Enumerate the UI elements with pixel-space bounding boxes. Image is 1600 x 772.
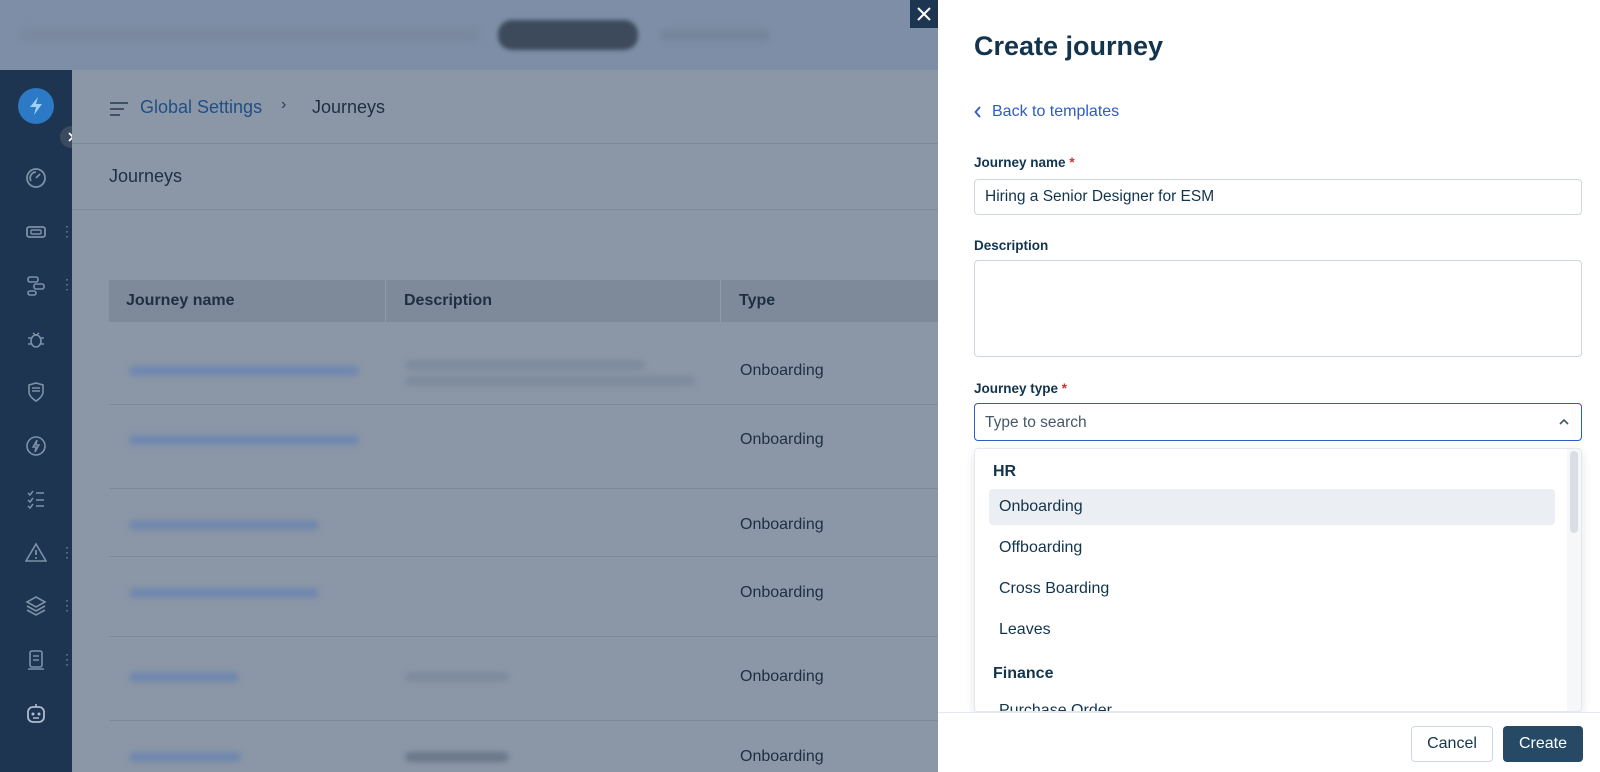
option-offboarding[interactable]: Offboarding [989, 530, 1555, 566]
scrollbar-thumb[interactable] [1570, 451, 1578, 533]
breadcrumb-global-settings[interactable]: Global Settings [140, 97, 262, 118]
dashboard-icon[interactable] [24, 166, 48, 190]
journey-type-select[interactable]: Type to search [974, 403, 1582, 441]
description-label: Description [974, 238, 1049, 253]
option-leaves[interactable]: Leaves [989, 612, 1555, 648]
blurred-journey-name[interactable] [129, 520, 319, 530]
page-header: Journeys [72, 144, 938, 210]
blurred-journey-name[interactable] [129, 588, 319, 598]
create-button[interactable]: Create [1503, 726, 1583, 762]
workflow-more-icon[interactable]: ⋮ [60, 275, 74, 293]
journey-name-label-text: Journey name [974, 155, 1066, 170]
option-purchase-order[interactable]: Purchase Order [989, 693, 1555, 711]
close-drawer-button[interactable] [910, 0, 938, 28]
journey-name-input[interactable] [974, 179, 1582, 215]
table-header: Journey name Description Type [109, 280, 938, 322]
menu-icon[interactable] [110, 102, 128, 116]
breadcrumb: Global Settings › Journeys [72, 70, 938, 144]
alert-more-icon[interactable]: ⋮ [60, 543, 74, 561]
journey-type-label-text: Journey type [974, 381, 1059, 396]
journey-name-label: Journey name * [974, 155, 1075, 170]
table-cell-type: Onboarding [740, 516, 824, 533]
document-more-icon[interactable]: ⋮ [60, 650, 74, 668]
column-header-type[interactable]: Type [739, 292, 775, 310]
chevron-up-icon[interactable] [1557, 415, 1571, 429]
sidebar: ⋮ ⋮ ⋮ ⋮ ⋮ [0, 70, 82, 772]
blurred-description [405, 360, 645, 370]
bolt-icon[interactable] [24, 434, 48, 458]
table-cell-type: Onboarding [740, 668, 824, 685]
option-onboarding[interactable]: Onboarding [989, 489, 1555, 525]
column-header-description[interactable]: Description [404, 292, 492, 310]
required-marker: * [1061, 381, 1068, 396]
close-icon [917, 7, 931, 21]
table-cell-type: Onboarding [740, 584, 824, 601]
back-to-templates-link[interactable]: Back to templates [974, 103, 1119, 121]
blurred-banner-link [660, 29, 770, 41]
layers-icon[interactable] [24, 594, 48, 618]
row-divider [109, 720, 938, 721]
blurred-banner-text [20, 28, 480, 42]
option-group-finance: Finance [993, 665, 1054, 682]
table-cell-type: Onboarding [740, 748, 824, 765]
main-content: Global Settings › Journeys Journeys Jour… [72, 70, 938, 772]
shield-icon[interactable] [24, 380, 48, 404]
document-icon[interactable] [24, 648, 48, 672]
row-divider [109, 488, 938, 489]
layers-more-icon[interactable]: ⋮ [60, 596, 74, 614]
table-cell-type: Onboarding [740, 431, 824, 448]
blurred-journey-name[interactable] [129, 366, 359, 376]
journey-type-placeholder: Type to search [985, 414, 1087, 431]
journey-type-dropdown: HR Onboarding Offboarding Cross Boarding… [974, 448, 1582, 712]
blurred-journey-name[interactable] [129, 435, 359, 445]
option-group-hr: HR [993, 463, 1017, 480]
bug-icon[interactable] [24, 327, 48, 351]
create-journey-drawer: Create journey Back to templates Journey… [938, 0, 1600, 772]
app-logo-icon[interactable] [18, 88, 54, 124]
row-divider [109, 636, 938, 637]
column-divider [720, 280, 721, 322]
row-divider [109, 404, 938, 405]
alert-icon[interactable] [24, 541, 48, 565]
ticket-icon[interactable] [24, 220, 48, 244]
cancel-button[interactable]: Cancel [1411, 726, 1493, 762]
required-marker: * [1069, 155, 1075, 170]
row-divider [109, 556, 938, 557]
back-to-templates-label: Back to templates [992, 103, 1120, 120]
drawer-footer: Cancel Create [938, 712, 1600, 772]
workflow-icon[interactable] [24, 273, 48, 297]
option-cross-boarding[interactable]: Cross Boarding [989, 571, 1555, 607]
table-cell-type: Onboarding [740, 362, 824, 379]
blurred-journey-name[interactable] [129, 672, 239, 682]
blurred-journey-name[interactable] [129, 752, 241, 762]
journey-type-label: Journey type * [974, 381, 1067, 396]
chevron-left-icon [974, 106, 981, 118]
blurred-description [405, 752, 509, 762]
dropdown-scrollbar[interactable] [1567, 449, 1581, 711]
checklist-icon[interactable] [24, 487, 48, 511]
ticket-more-icon[interactable]: ⋮ [60, 222, 74, 240]
page-title: Journeys [109, 166, 183, 186]
breadcrumb-separator: › [281, 96, 287, 113]
column-divider [385, 280, 386, 322]
breadcrumb-current: Journeys [312, 97, 386, 117]
description-textarea[interactable] [974, 260, 1582, 357]
bot-icon[interactable] [24, 702, 48, 726]
blurred-banner-button [498, 20, 638, 50]
column-header-journey-name[interactable]: Journey name [126, 292, 234, 310]
blurred-description [405, 376, 695, 386]
blurred-description [405, 672, 509, 682]
drawer-title: Create journey [974, 31, 1164, 61]
